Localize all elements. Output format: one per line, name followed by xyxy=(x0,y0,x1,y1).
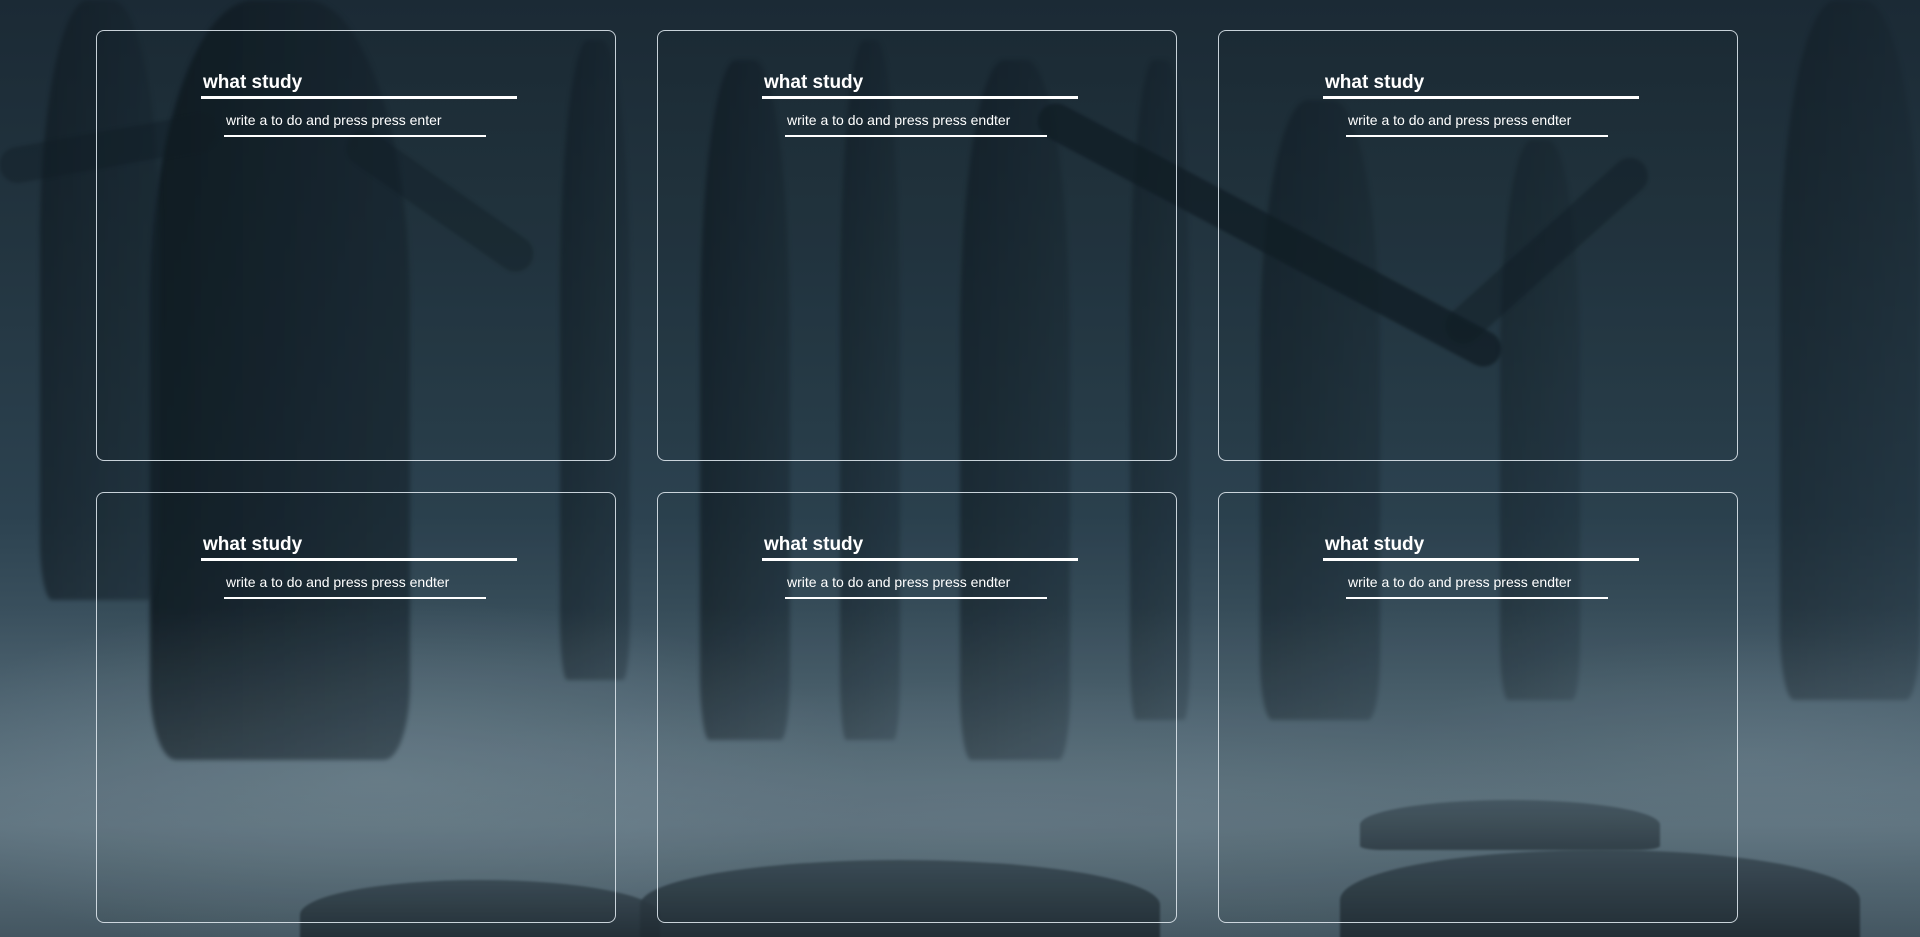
card-title: what study xyxy=(201,71,517,99)
todo-input[interactable] xyxy=(785,111,1047,137)
todo-card: what study xyxy=(657,492,1177,923)
todo-card-grid: what study what study what study what st… xyxy=(96,30,1738,924)
todo-card: what study xyxy=(96,492,616,923)
todo-card: what study xyxy=(96,30,616,461)
todo-input[interactable] xyxy=(785,573,1047,599)
card-title: what study xyxy=(1323,533,1639,561)
card-title: what study xyxy=(762,71,1078,99)
todo-card: what study xyxy=(1218,492,1738,923)
todo-card: what study xyxy=(1218,30,1738,461)
todo-input[interactable] xyxy=(224,573,486,599)
todo-input[interactable] xyxy=(1346,111,1608,137)
todo-input[interactable] xyxy=(224,111,486,137)
card-title: what study xyxy=(762,533,1078,561)
todo-card: what study xyxy=(657,30,1177,461)
todo-input[interactable] xyxy=(1346,573,1608,599)
card-title: what study xyxy=(201,533,517,561)
card-title: what study xyxy=(1323,71,1639,99)
